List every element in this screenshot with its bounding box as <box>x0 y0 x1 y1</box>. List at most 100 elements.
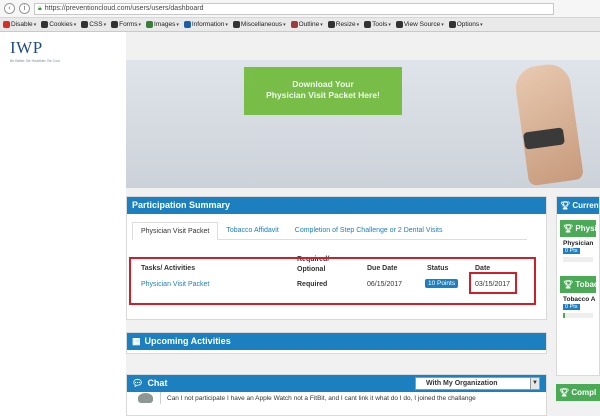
current-header: 🏆︎ Current <box>557 197 599 214</box>
completion-card-title: Compl <box>571 388 597 397</box>
chevron-down-icon: ▾ <box>283 21 286 28</box>
completion-panel: 🏆︎ Compl <box>556 384 600 416</box>
physician-card-title: Physic <box>575 224 596 233</box>
devbar-css[interactable]: CSS ▾ <box>81 21 106 28</box>
tobacco-card: 🏆︎ Tobac Tobacco A 0 Pts <box>557 262 599 318</box>
chevron-down-icon: ▾ <box>388 21 391 28</box>
left-column: IWP Be Better. Be Healthier. Be Cool. <box>0 32 126 416</box>
calendar-icon: ▦ <box>132 336 141 346</box>
tobacco-card-title: Tobac <box>575 280 596 289</box>
chat-panel: 💬︎ Chat With My Organization ▼ Can I not… <box>126 374 547 416</box>
site-logo[interactable]: IWP <box>10 38 43 58</box>
physician-progress-bar <box>563 257 593 262</box>
chevron-down-icon: ▾ <box>480 21 483 28</box>
current-title: Current <box>572 201 599 210</box>
download-button-line1: Download Your <box>292 79 354 89</box>
devbar-tools[interactable]: Tools ▾ <box>364 21 391 28</box>
url-text: https://preventioncloud.com/users/users/… <box>44 5 204 12</box>
devbar-label: Resize <box>335 21 356 28</box>
misc-icon <box>232 21 240 28</box>
current-panel: 🏆︎ Current 🏆︎ Physic Physician 0 Pts 🏆︎ … <box>556 196 600 376</box>
devbar-disable[interactable]: Disable ▾ <box>3 21 36 28</box>
chat-message: Can I not participate I have an Apple Wa… <box>167 395 476 402</box>
tobacco-card-header: 🏆︎ Tobac <box>560 276 596 293</box>
chat-filter-value: With My Organization <box>426 380 498 387</box>
view-source-icon <box>395 21 403 28</box>
chevron-down-icon: ▾ <box>33 21 37 28</box>
image-icon <box>146 21 154 28</box>
trophy-icon: 🏆︎ <box>560 201 571 210</box>
form-icon <box>111 21 119 28</box>
upcoming-activities-title: Upcoming Activities <box>144 336 231 346</box>
devbar-view-source[interactable]: View Source ▾ <box>395 21 444 28</box>
tab-tobacco-affidavit[interactable]: Tobacco Affidavit <box>218 222 286 239</box>
chevron-down-icon: ▾ <box>320 21 323 28</box>
physician-card: 🏆︎ Physic Physician 0 Pts <box>557 214 599 262</box>
devbar-label: Forms <box>119 21 138 28</box>
devbar-label: Miscellaneous <box>240 21 283 28</box>
download-button-line2: Physician Visit Packet Here! <box>266 90 380 100</box>
options-icon <box>448 21 456 28</box>
upcoming-activities-header: ▦ Upcoming Activities <box>127 333 546 350</box>
chevron-down-icon: ▾ <box>138 21 142 28</box>
developer-toolbar: Disable ▾ Cookies ▾ CSS ▾ Forms ▾ Images ▾ Informa… <box>0 18 600 32</box>
trophy-icon: 🏆︎ <box>559 388 570 397</box>
devbar-information[interactable]: Information ▾ <box>183 21 228 28</box>
highlight-date-box <box>469 272 517 294</box>
chat-title: Chat <box>147 378 168 388</box>
devbar-label: Outline <box>298 21 320 28</box>
logo-tagline: Be Better. Be Healthier. Be Cool. <box>10 59 61 63</box>
tools-icon <box>364 21 372 28</box>
tab-step-challenge[interactable]: Completion of Step Challenge or 2 Dental… <box>287 222 451 239</box>
participation-summary-title: Participation Summary <box>127 197 546 214</box>
devbar-label: Images <box>154 21 176 28</box>
devbar-options[interactable]: Options ▾ <box>448 21 483 28</box>
info-icon[interactable]: i <box>19 3 30 14</box>
tobacco-points-badge: 0 Pts <box>563 304 580 310</box>
participation-summary-panel: Participation Summary Physician Visit Pa… <box>126 196 547 320</box>
devbar-forms[interactable]: Forms ▾ <box>111 21 141 28</box>
cookie-icon <box>41 21 49 28</box>
chat-header: 💬︎ Chat With My Organization ▼ <box>127 375 546 392</box>
lock-icon: 🔒︎ <box>38 4 42 12</box>
chevron-down-icon: ▾ <box>73 21 77 28</box>
no-entry-icon <box>3 21 10 28</box>
chevron-down-icon: ▾ <box>176 21 179 28</box>
browser-address-bar: ‹ i 🔒︎ https://preventioncloud.com/users… <box>0 0 600 18</box>
back-icon[interactable]: ‹ <box>4 3 15 14</box>
tobacco-progress-fill <box>563 313 565 318</box>
devbar-resize[interactable]: Resize ▾ <box>327 21 360 28</box>
devbar-label: Information <box>191 21 225 28</box>
download-packet-button[interactable]: Download Your Physician Visit Packet Her… <box>244 67 402 115</box>
physician-card-header: 🏆︎ Physic <box>560 220 596 237</box>
resize-icon <box>327 21 335 28</box>
outline-icon <box>290 21 298 28</box>
physician-card-label: Physician <box>563 240 594 247</box>
trophy-icon: 🏆︎ <box>563 224 574 233</box>
completion-card-header: 🏆︎ Compl <box>556 384 600 401</box>
tobacco-card-label: Tobacco A <box>563 296 596 303</box>
trophy-icon: 🏆︎ <box>563 280 574 289</box>
devbar-label: Disable <box>11 21 33 28</box>
url-field[interactable]: 🔒︎ https://preventioncloud.com/users/use… <box>34 2 554 15</box>
devbar-label: CSS <box>89 21 103 28</box>
chevron-down-icon: ▾ <box>356 21 360 28</box>
chat-filter-select[interactable]: With My Organization ▼ <box>415 377 540 390</box>
upcoming-activities-panel: ▦ Upcoming Activities <box>126 332 547 354</box>
avatar <box>138 393 153 403</box>
tobacco-progress-bar <box>563 313 593 318</box>
devbar-label: View Source <box>403 21 441 28</box>
hero-banner: Download Your Physician Visit Packet Her… <box>126 60 600 188</box>
chevron-down-icon: ▾ <box>225 21 228 28</box>
hero-arm-image <box>513 61 584 187</box>
devbar-outline[interactable]: Outline ▾ <box>290 21 323 28</box>
tab-physician-visit-packet[interactable]: Physician Visit Packet <box>132 222 219 240</box>
chat-bubble-icon: 💬︎ <box>132 378 144 388</box>
info-icon <box>183 21 191 28</box>
devbar-miscellaneous[interactable]: Miscellaneous ▾ <box>232 21 286 28</box>
chevron-down-icon: ▾ <box>441 21 444 28</box>
devbar-cookies[interactable]: Cookies ▾ <box>41 21 76 28</box>
devbar-images[interactable]: Images ▾ <box>146 21 179 28</box>
devbar-label: Cookies <box>49 21 73 28</box>
chat-divider <box>160 392 161 404</box>
